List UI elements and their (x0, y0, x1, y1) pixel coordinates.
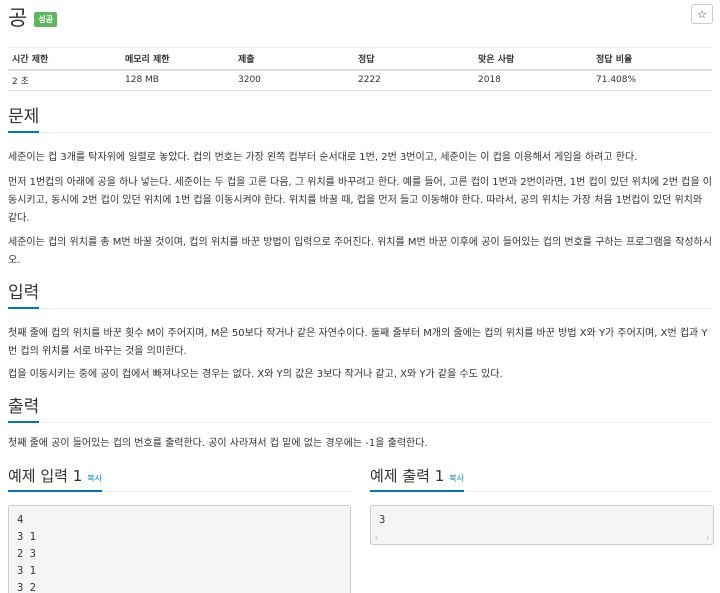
header-accept-ratio: 정답 비율 (592, 47, 712, 71)
page-title: 공 (8, 6, 28, 30)
status-badge: 성공 (34, 11, 58, 27)
input-paragraph-1: 첫째 줄에 컵의 위치를 바꾼 횟수 M이 주어지며, M은 50보다 작거나 … (8, 328, 708, 357)
info-header-row: 시간 제한 메모리 제한 제출 정답 맞은 사람 정답 비율 (8, 47, 712, 71)
description-paragraph-3: 세준이는 컵의 위치를 총 M번 바꿀 것이며, 컵의 위치를 바꾼 방법이 입… (8, 237, 712, 266)
value-solved-users: 2018 (474, 69, 592, 91)
title-row: 공 성공 (8, 6, 58, 30)
description-title: 문제 (8, 106, 40, 133)
header-memory-limit: 메모리 제한 (121, 47, 234, 71)
output-header: 출력 (8, 395, 712, 423)
description-paragraph-1: 세준이는 컵 3개를 탁자위에 일렬로 놓았다. 컵의 번호는 가장 왼쪽 컵부… (8, 152, 638, 163)
input-title: 입력 (8, 282, 40, 309)
scroll-left-icon[interactable]: ‹ (375, 530, 378, 547)
sample-input-header: 예제 입력 1 복사 (8, 465, 351, 492)
copy-sample-output-link[interactable]: 복사 (449, 473, 464, 484)
input-header: 입력 (8, 281, 712, 309)
header-solved-users: 맞은 사람 (474, 47, 592, 71)
horizontal-scrollbar[interactable]: ‹ › (372, 533, 712, 543)
sample-input-line: 4 (17, 514, 24, 526)
copy-sample-input-link[interactable]: 복사 (87, 473, 102, 484)
sample-input-line: 3 1 (17, 531, 36, 543)
sample-input-title-wrap: 예제 입력 1 복사 (8, 466, 103, 492)
sample-output-title: 예제 출력 1 (370, 467, 445, 485)
scroll-right-icon[interactable]: › (706, 530, 709, 547)
output-paragraph-1: 첫째 줄에 공이 들어있는 컵의 번호를 출력한다. 공이 사라져서 컵 밑에 … (8, 438, 428, 449)
star-button[interactable]: ☆ (691, 4, 713, 24)
sample-input-box[interactable]: 4 3 1 2 3 3 1 3 2 (8, 505, 351, 593)
value-accept-ratio: 71.408% (592, 69, 712, 91)
sample-input-title: 예제 입력 1 (8, 467, 83, 485)
description-paragraph-2: 먼저 1번컵의 아래에 공을 하나 넣는다. 세준이는 두 컵을 고른 다음, … (8, 177, 712, 224)
value-memory-limit: 128 MB (121, 69, 234, 91)
star-icon: ☆ (697, 7, 707, 21)
header-time-limit: 시간 제한 (8, 47, 121, 71)
header-submissions: 제출 (234, 47, 354, 71)
sample-input-line: 3 2 (17, 582, 36, 593)
description-header: 문제 (8, 105, 712, 133)
sample-input-line: 2 3 (17, 548, 36, 560)
output-title: 출력 (8, 396, 40, 423)
sample-output-title-wrap: 예제 출력 1 복사 (370, 466, 465, 492)
sample-output-header: 예제 출력 1 복사 (370, 465, 713, 492)
sample-input-line: 3 1 (17, 565, 36, 577)
sample-output-line: 3 (379, 514, 386, 526)
info-value-row: 2 초 128 MB 3200 2222 2018 71.408% (8, 69, 712, 91)
input-paragraph-2: 컵을 이동시키는 중에 공이 컵에서 빠져나오는 경우는 없다. X와 Y의 값… (8, 369, 503, 380)
value-submissions: 3200 (234, 69, 354, 91)
header-accepted: 정답 (354, 47, 474, 71)
value-accepted: 2222 (354, 69, 474, 91)
sample-output-box[interactable]: 3 ‹ › (370, 505, 714, 545)
problem-info-table: 시간 제한 메모리 제한 제출 정답 맞은 사람 정답 비율 2 초 128 M… (8, 47, 712, 91)
value-time-limit: 2 초 (8, 69, 121, 91)
